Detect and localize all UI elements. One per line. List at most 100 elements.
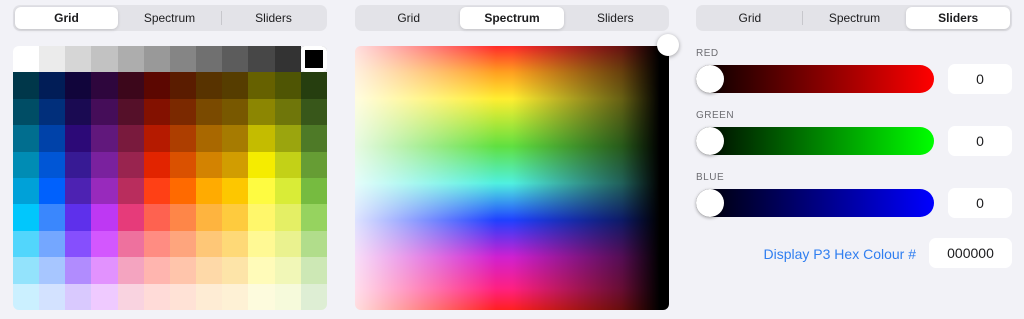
color-swatch[interactable] (222, 125, 249, 152)
color-swatch[interactable] (300, 72, 327, 99)
color-swatch[interactable] (143, 72, 170, 99)
tab-spectrum[interactable]: Spectrum (803, 7, 907, 29)
color-swatch[interactable] (274, 125, 301, 152)
tab-grid[interactable]: Grid (357, 7, 460, 29)
tab-grid[interactable]: Grid (698, 7, 802, 29)
color-swatch[interactable] (65, 204, 92, 231)
color-swatch[interactable] (196, 177, 223, 205)
color-swatch[interactable] (117, 177, 144, 205)
color-swatch[interactable] (65, 283, 92, 310)
color-swatch[interactable] (300, 177, 327, 205)
color-swatch[interactable] (13, 177, 40, 205)
color-swatch[interactable] (39, 230, 66, 258)
color-swatch[interactable] (196, 98, 223, 126)
color-swatch[interactable] (169, 257, 197, 284)
color-swatch[interactable] (300, 283, 327, 310)
color-swatch[interactable] (39, 72, 66, 99)
color-swatch[interactable] (65, 230, 92, 258)
blue-slider-thumb[interactable] (696, 189, 724, 217)
color-swatch[interactable] (13, 46, 40, 73)
color-swatch[interactable] (13, 257, 40, 284)
tab-sliders[interactable]: Sliders (906, 7, 1011, 29)
color-swatch[interactable] (196, 46, 223, 73)
color-swatch[interactable] (196, 283, 223, 310)
color-swatch[interactable] (300, 204, 327, 231)
color-swatch[interactable] (248, 177, 275, 205)
tab-sliders[interactable]: Sliders (564, 7, 667, 29)
color-swatch[interactable] (274, 283, 301, 310)
color-swatch[interactable] (117, 283, 144, 310)
blue-slider-track[interactable] (696, 189, 934, 217)
color-swatch[interactable] (91, 151, 118, 178)
color-swatch[interactable] (143, 257, 170, 284)
color-swatch[interactable] (169, 98, 197, 126)
color-swatch[interactable] (65, 98, 92, 126)
color-swatch[interactable] (65, 72, 92, 99)
color-swatch[interactable] (169, 204, 197, 231)
color-swatch[interactable] (196, 125, 223, 152)
color-swatch[interactable] (91, 177, 118, 205)
tab-grid[interactable]: Grid (15, 7, 118, 29)
green-value-field[interactable]: 0 (948, 126, 1012, 156)
color-swatch[interactable] (143, 151, 170, 178)
color-swatch[interactable] (143, 230, 170, 258)
color-swatch[interactable] (274, 204, 301, 231)
color-swatch[interactable] (13, 283, 40, 310)
color-swatch[interactable] (39, 125, 66, 152)
color-swatch[interactable] (169, 230, 197, 258)
color-swatch[interactable] (91, 257, 118, 284)
color-swatch[interactable] (169, 125, 197, 152)
color-swatch[interactable] (169, 177, 197, 205)
color-swatch[interactable] (117, 230, 144, 258)
color-swatch[interactable] (274, 151, 301, 178)
color-swatch[interactable] (143, 46, 170, 73)
color-spectrum[interactable] (355, 46, 669, 310)
color-swatch[interactable] (13, 204, 40, 231)
color-swatch[interactable] (196, 204, 223, 231)
tab-sliders[interactable]: Sliders (222, 7, 325, 29)
color-swatch[interactable] (300, 230, 327, 258)
color-swatch[interactable] (65, 257, 92, 284)
color-swatch[interactable] (300, 98, 327, 126)
color-swatch[interactable] (143, 204, 170, 231)
color-swatch[interactable] (274, 257, 301, 284)
color-swatch[interactable] (222, 46, 249, 73)
color-swatch[interactable] (39, 151, 66, 178)
color-swatch[interactable] (39, 283, 66, 310)
color-swatch[interactable] (13, 98, 40, 126)
color-swatch[interactable] (222, 257, 249, 284)
color-swatch[interactable] (169, 72, 197, 99)
color-swatch[interactable] (300, 151, 327, 178)
color-swatch[interactable] (274, 72, 301, 99)
color-swatch[interactable] (91, 125, 118, 152)
color-swatch[interactable] (39, 46, 66, 73)
hex-colour-field[interactable]: 000000 (929, 238, 1012, 268)
color-swatch[interactable] (222, 151, 249, 178)
color-swatch[interactable] (248, 98, 275, 126)
color-swatch[interactable] (91, 46, 118, 73)
color-swatch[interactable] (65, 46, 92, 73)
color-swatch[interactable] (13, 125, 40, 152)
color-swatch[interactable] (300, 125, 327, 152)
red-slider-track[interactable] (696, 65, 934, 93)
color-swatch[interactable] (65, 177, 92, 205)
color-swatch[interactable] (143, 98, 170, 126)
color-swatch[interactable] (248, 230, 275, 258)
color-swatch[interactable] (143, 125, 170, 152)
red-value-field[interactable]: 0 (948, 64, 1012, 94)
color-swatch[interactable] (117, 204, 144, 231)
color-swatch[interactable] (248, 151, 275, 178)
color-swatch[interactable] (222, 72, 249, 99)
color-swatch[interactable] (117, 46, 144, 73)
color-swatch[interactable] (91, 72, 118, 99)
tab-spectrum[interactable]: Spectrum (118, 7, 221, 29)
color-swatch[interactable] (300, 257, 327, 284)
color-swatch[interactable] (222, 230, 249, 258)
color-swatch[interactable] (274, 98, 301, 126)
color-swatch[interactable] (196, 230, 223, 258)
color-swatch[interactable] (222, 204, 249, 231)
color-swatch-selected[interactable] (300, 46, 327, 73)
tab-spectrum[interactable]: Spectrum (460, 7, 564, 29)
color-swatch[interactable] (248, 283, 275, 310)
color-swatch[interactable] (274, 177, 301, 205)
